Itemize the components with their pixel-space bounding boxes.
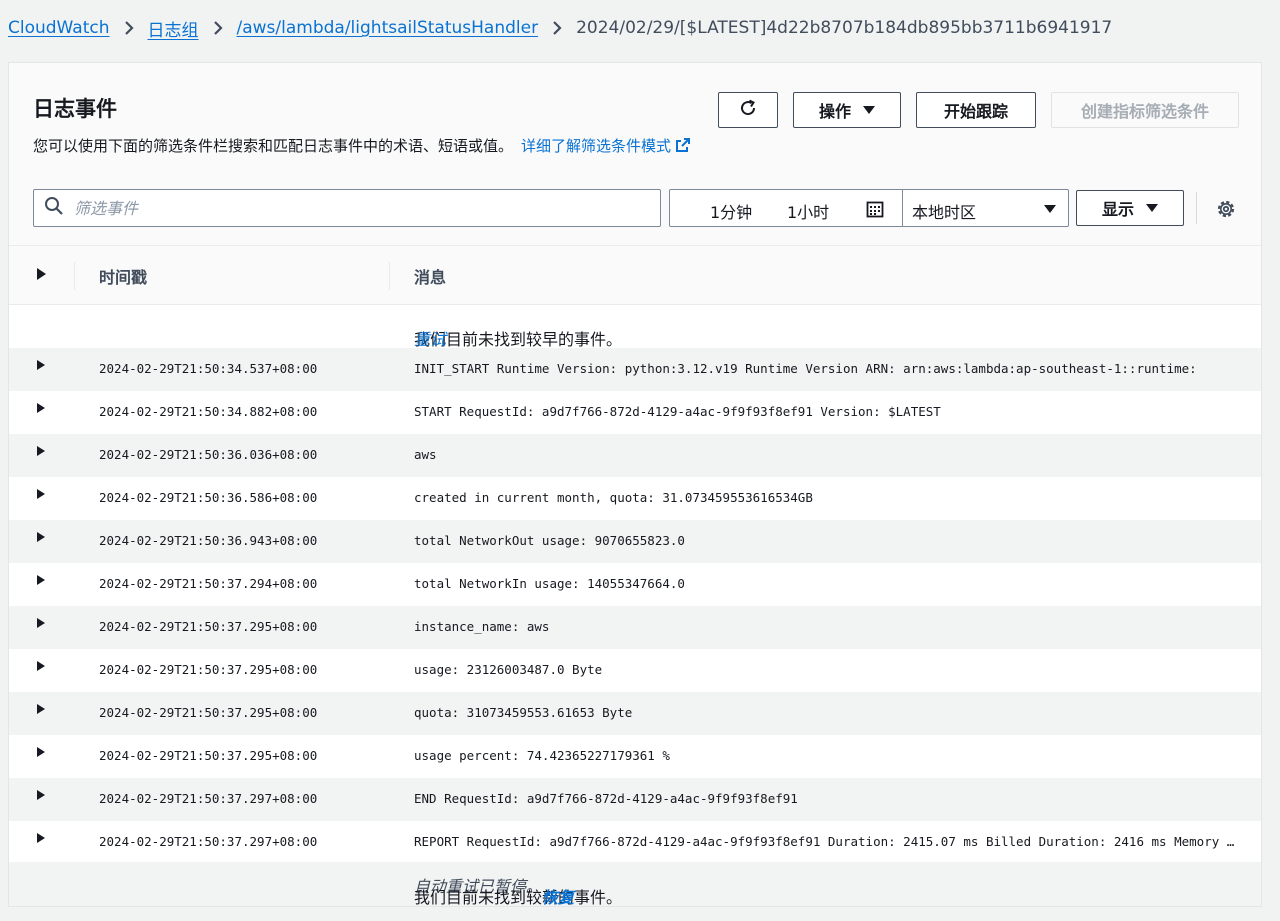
expand-row-icon[interactable] <box>37 833 45 843</box>
message-cell: aws <box>414 447 437 462</box>
breadcrumb-log-groups[interactable]: 日志组 <box>148 16 199 41</box>
gear-icon[interactable] <box>1215 198 1237 224</box>
expand-row-icon[interactable] <box>37 403 45 413</box>
calendar-icon[interactable] <box>866 200 884 222</box>
table-row[interactable]: 2024-02-29T21:50:37.297+08:00 END Request… <box>9 778 1261 821</box>
message-cell: created in current month, quota: 31.0734… <box>414 490 813 505</box>
expand-row-icon[interactable] <box>37 704 45 714</box>
search-icon <box>34 196 64 220</box>
expand-row-icon[interactable] <box>37 618 45 628</box>
breadcrumb-log-group[interactable]: /aws/lambda/lightsailStatusHandler <box>237 18 539 38</box>
timestamp-cell: 2024-02-29T21:50:36.586+08:00 <box>99 490 318 505</box>
start-tailing-label: 开始跟踪 <box>943 102 1008 121</box>
expand-row-icon[interactable] <box>37 661 45 671</box>
learn-more-link[interactable]: 详细了解筛选条件模式 <box>521 137 691 155</box>
breadcrumb: CloudWatch 日志组 /aws/lambda/lightsailStat… <box>8 16 1113 41</box>
expand-row-icon[interactable] <box>37 575 45 585</box>
expand-row-icon[interactable] <box>37 532 45 542</box>
table-row[interactable]: 2024-02-29T21:50:37.297+08:00 REPORT Requ… <box>9 821 1261 864</box>
expand-all-icon[interactable] <box>37 268 46 280</box>
message-cell: total NetworkOut usage: 9070655823.0 <box>414 533 685 548</box>
column-header-timestamp[interactable]: 时间戳 <box>99 264 147 288</box>
create-metric-filter-button: 创建指标筛选条件 <box>1051 92 1239 128</box>
create-metric-filter-label: 创建指标筛选条件 <box>1080 102 1209 121</box>
learn-more-label: 详细了解筛选条件模式 <box>521 137 672 155</box>
message-cell: instance_name: aws <box>414 619 550 634</box>
timestamp-cell: 2024-02-29T21:50:37.295+08:00 <box>99 748 318 763</box>
table-row[interactable]: 2024-02-29T21:50:34.882+08:00 START Reque… <box>9 391 1261 434</box>
refresh-icon <box>738 98 758 122</box>
chevron-right-icon <box>110 20 148 36</box>
retry-link[interactable]: 重试 <box>414 326 446 350</box>
message-cell: total NetworkIn usage: 14055347664.0 <box>414 576 685 591</box>
resume-link[interactable]: 恢复 <box>542 884 574 908</box>
caret-down-icon <box>1146 204 1158 212</box>
message-cell: usage percent: 74.42365227179361 % <box>414 748 670 763</box>
message-cell: END RequestId: a9d7f766-872d-4129-a4ac-9… <box>414 791 798 806</box>
table-row[interactable]: 2024-02-29T21:50:37.295+08:00 quota: 3107… <box>9 692 1261 735</box>
divider <box>1196 192 1197 224</box>
table-row[interactable]: 2024-02-29T21:50:34.537+08:00 INIT_START … <box>9 348 1261 391</box>
timestamp-cell: 2024-02-29T21:50:34.882+08:00 <box>99 404 318 419</box>
timestamp-cell: 2024-02-29T21:50:37.295+08:00 <box>99 619 318 634</box>
expand-row-icon[interactable] <box>37 489 45 499</box>
chevron-right-icon <box>199 20 237 36</box>
external-link-icon <box>675 137 691 157</box>
notice-text: 我们目前未找到较新的事件。 <box>414 888 623 907</box>
timestamp-cell: 2024-02-29T21:50:37.297+08:00 <box>99 791 318 806</box>
table-row[interactable]: 2024-02-29T21:50:36.943+08:00 total Netwo… <box>9 520 1261 563</box>
page-title: 日志事件 <box>33 97 117 121</box>
refresh-button[interactable] <box>718 92 778 128</box>
time-range-selector: 1分钟 1小时 本地时区 <box>669 189 1069 227</box>
display-button[interactable]: 显示 <box>1076 190 1184 226</box>
filter-events-field[interactable] <box>33 189 661 227</box>
table-row[interactable]: 2024-02-29T21:50:37.295+08:00 usage perce… <box>9 735 1261 778</box>
actions-button[interactable]: 操作 <box>793 92 901 128</box>
time-range-1m[interactable]: 1分钟 <box>710 199 752 223</box>
panel-header: 日志事件 您可以使用下面的筛选条件栏搜索和匹配日志事件中的术语、短语或值。 详细了… <box>9 63 1261 246</box>
breadcrumb-cloudwatch[interactable]: CloudWatch <box>8 18 110 38</box>
divider <box>389 262 390 290</box>
message-cell: START RequestId: a9d7f766-872d-4129-a4ac… <box>414 404 941 419</box>
older-events-notice: 我们目前未找到较早的事件。 重试 <box>9 304 1261 350</box>
column-header-message[interactable]: 消息 <box>414 264 446 288</box>
table-row[interactable]: 2024-02-29T21:50:36.036+08:00 aws <box>9 434 1261 477</box>
timestamp-cell: 2024-02-29T21:50:37.295+08:00 <box>99 662 318 677</box>
timestamp-cell: 2024-02-29T21:50:37.295+08:00 <box>99 705 318 720</box>
breadcrumb-log-stream: 2024/02/29/[$LATEST]4d22b8707b184db895bb… <box>576 18 1113 38</box>
expand-row-icon[interactable] <box>37 790 45 800</box>
filter-events-input[interactable] <box>72 197 616 219</box>
timestamp-cell: 2024-02-29T21:50:37.294+08:00 <box>99 576 318 591</box>
table-row[interactable]: 2024-02-29T21:50:37.295+08:00 usage: 2312… <box>9 649 1261 692</box>
timestamp-cell: 2024-02-29T21:50:36.943+08:00 <box>99 533 318 548</box>
expand-row-icon[interactable] <box>37 360 45 370</box>
panel-description: 您可以使用下面的筛选条件栏搜索和匹配日志事件中的术语、短语或值。 详细了解筛选条件… <box>33 135 691 157</box>
chevron-right-icon <box>538 20 576 36</box>
display-label: 显示 <box>1101 200 1134 219</box>
newer-events-notice: 我们目前未找到较新的事件。 自动重试已暂停。 恢复 <box>9 862 1261 908</box>
timestamp-cell: 2024-02-29T21:50:37.297+08:00 <box>99 834 318 849</box>
message-cell: quota: 31073459553.61653 Byte <box>414 705 633 720</box>
message-cell: usage: 23126003487.0 Byte <box>414 662 603 677</box>
table-row[interactable]: 2024-02-29T21:50:37.295+08:00 instance_na… <box>9 606 1261 649</box>
expand-row-icon[interactable] <box>37 446 45 456</box>
timestamp-cell: 2024-02-29T21:50:36.036+08:00 <box>99 447 318 462</box>
divider <box>902 190 903 226</box>
divider <box>74 262 75 290</box>
start-tailing-button[interactable]: 开始跟踪 <box>916 92 1036 128</box>
caret-down-icon <box>863 106 875 114</box>
timezone-select[interactable]: 本地时区 <box>912 199 976 223</box>
message-cell: REPORT RequestId: a9d7f766-872d-4129-a4a… <box>414 834 1240 849</box>
time-range-1h[interactable]: 1小时 <box>787 199 829 223</box>
expand-row-icon[interactable] <box>37 747 45 757</box>
table-header: 时间戳 消息 <box>9 246 1261 305</box>
caret-down-icon <box>1044 205 1056 213</box>
log-events-panel: 日志事件 您可以使用下面的筛选条件栏搜索和匹配日志事件中的术语、短语或值。 详细了… <box>8 62 1262 907</box>
timestamp-cell: 2024-02-29T21:50:34.537+08:00 <box>99 361 318 376</box>
table-row[interactable]: 2024-02-29T21:50:36.586+08:00 created in … <box>9 477 1261 520</box>
actions-label: 操作 <box>818 102 851 121</box>
message-cell: INIT_START Runtime Version: python:3.12.… <box>414 361 1197 376</box>
table-row[interactable]: 2024-02-29T21:50:37.294+08:00 total Netwo… <box>9 563 1261 606</box>
description-text: 您可以使用下面的筛选条件栏搜索和匹配日志事件中的术语、短语或值。 <box>33 137 514 155</box>
